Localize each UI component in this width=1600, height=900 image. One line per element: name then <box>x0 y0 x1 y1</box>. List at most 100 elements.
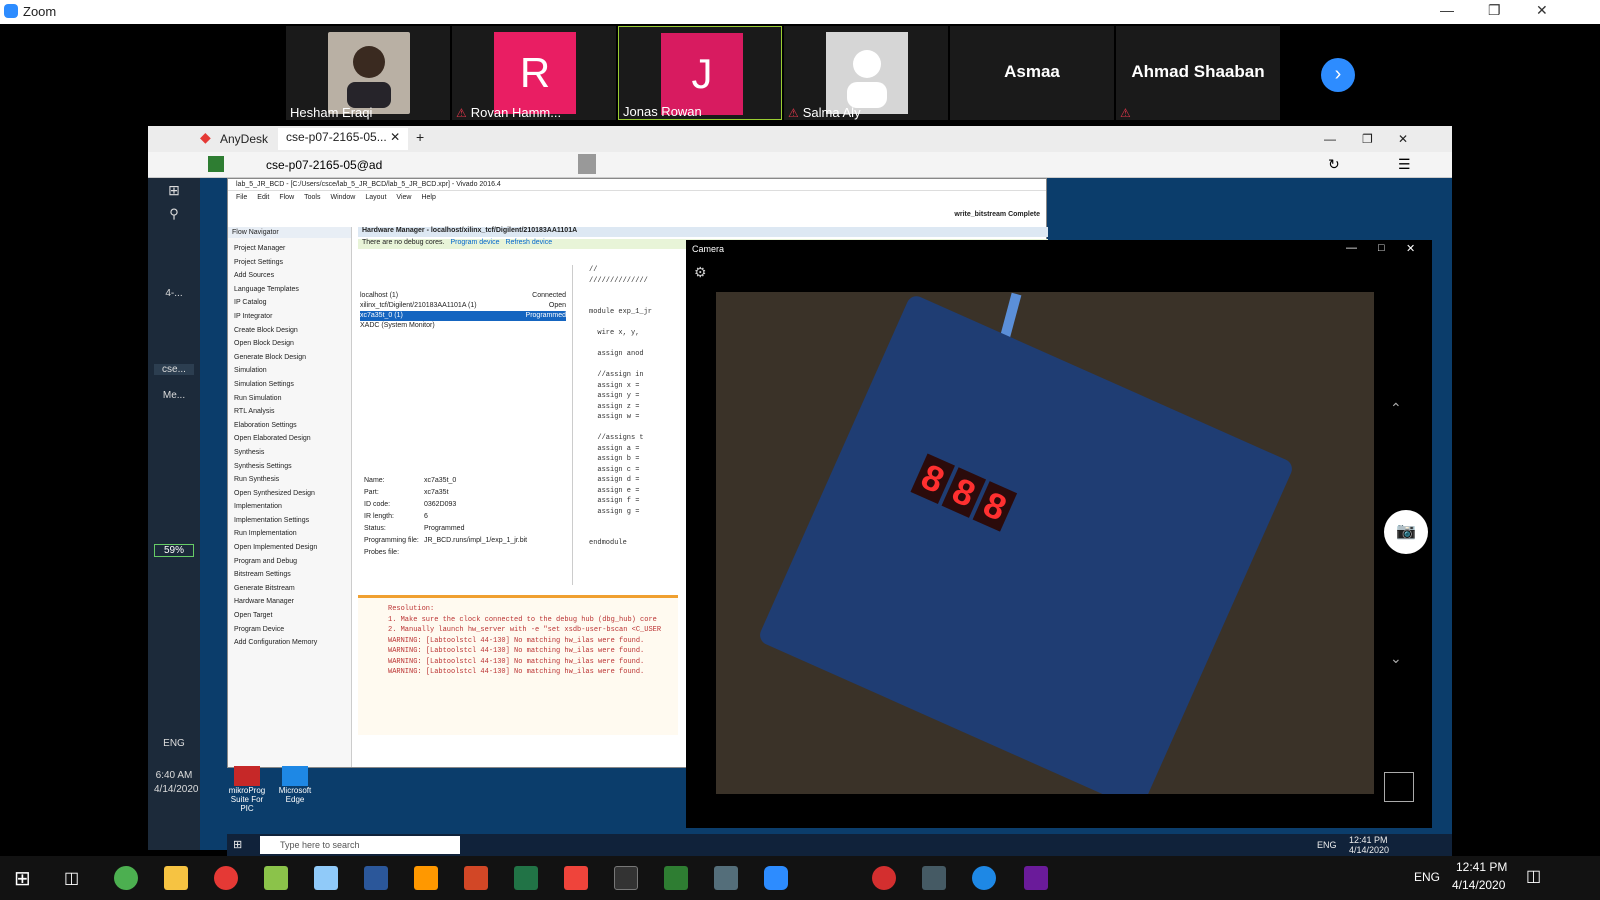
close-icon[interactable]: ✕ <box>1398 132 1408 146</box>
file-explorer-icon[interactable] <box>164 866 188 890</box>
nav-item[interactable]: Bitstream Settings <box>234 568 345 582</box>
menu-item[interactable]: Layout <box>365 194 386 201</box>
menu-item[interactable]: View <box>396 194 411 201</box>
menu-item[interactable]: File <box>236 194 247 201</box>
nav-item[interactable]: Project Manager <box>234 242 345 256</box>
internet-explorer-icon[interactable] <box>972 866 996 890</box>
app-icon[interactable] <box>922 866 946 890</box>
app-icon[interactable] <box>872 866 896 890</box>
nav-item[interactable]: Run Simulation <box>234 392 345 406</box>
start-button[interactable]: ⊞ <box>14 866 31 891</box>
nav-item[interactable]: Language Templates <box>234 283 345 297</box>
session-tab[interactable]: cse-p07-2165-05... ✕ <box>278 128 409 150</box>
desktop-shortcut-mikroprog[interactable]: mikroProg Suite For PIC <box>226 766 268 813</box>
history-icon[interactable]: ↻ <box>1328 156 1340 173</box>
nav-item[interactable]: Add Sources <box>234 269 345 283</box>
participant-tile[interactable]: Asmaa <box>950 26 1114 120</box>
windows-icon[interactable]: ⊞ <box>154 182 194 199</box>
search-icon[interactable]: ⚲ <box>154 206 194 222</box>
new-tab-button[interactable]: + <box>416 129 424 145</box>
participant-tile[interactable]: Ahmad Shaaban ⚠ <box>1116 26 1280 120</box>
search-input[interactable]: Type here to search <box>260 836 460 854</box>
notifications-icon[interactable]: ◫ <box>1526 866 1541 886</box>
nav-item[interactable]: Generate Block Design <box>234 351 345 365</box>
powerpoint-icon[interactable] <box>464 866 488 890</box>
participant-tile[interactable]: R ⚠ Rovan Hamm... <box>452 26 616 120</box>
pycharm-icon[interactable] <box>664 866 688 890</box>
pdf-icon[interactable] <box>414 866 438 890</box>
tex-icon[interactable] <box>1024 866 1048 890</box>
terminal-icon[interactable] <box>614 866 638 890</box>
menu-item[interactable]: Flow <box>279 194 294 201</box>
table-row[interactable]: XADC (System Monitor) <box>360 321 566 331</box>
nav-item[interactable]: Synthesis <box>234 446 345 460</box>
nav-item[interactable]: Implementation <box>234 500 345 514</box>
nav-item[interactable]: Open Target <box>234 609 345 623</box>
code-editor[interactable]: ////////////////module exp_1_jr wire x, … <box>572 265 672 585</box>
table-row[interactable]: localhost (1) Connected <box>360 291 566 301</box>
nav-item[interactable]: Open Block Design <box>234 337 345 351</box>
nav-item[interactable]: IP Integrator <box>234 310 345 324</box>
language-indicator[interactable]: ENG <box>1414 870 1440 884</box>
refresh-device-link[interactable]: Refresh device <box>505 239 552 246</box>
word-icon[interactable] <box>364 866 388 890</box>
take-photo-button[interactable]: 📷 <box>1384 510 1428 554</box>
language-indicator[interactable]: ENG <box>154 738 194 749</box>
close-icon[interactable]: ✕ <box>1536 2 1548 19</box>
windows-start-icon[interactable]: ⊞ <box>233 838 242 851</box>
menu-item[interactable]: Tools <box>304 194 320 201</box>
anydesk-icon[interactable] <box>564 866 588 890</box>
nav-item[interactable]: Generate Bitstream <box>234 582 345 596</box>
minimize-icon[interactable]: — <box>1440 2 1454 18</box>
table-row[interactable]: xilinx_tcf/Digilent/210183AA1101A (1) Ope… <box>360 301 566 311</box>
table-row[interactable]: xc7a35t_0 (1) Programmed <box>360 311 566 321</box>
minimize-icon[interactable]: — <box>1324 132 1336 146</box>
nav-item[interactable]: Program Device <box>234 623 345 637</box>
maximize-icon[interactable]: ❐ <box>1362 132 1373 146</box>
desktop-shortcut-edge[interactable]: Microsoft Edge <box>274 766 316 804</box>
monitor-1-icon[interactable] <box>578 154 596 174</box>
participant-tile[interactable]: Hesham Eraqi <box>286 26 450 120</box>
excel-icon[interactable] <box>514 866 538 890</box>
nav-item[interactable]: Elaboration Settings <box>234 419 345 433</box>
nav-item[interactable]: Synthesis Settings <box>234 460 345 474</box>
nav-item[interactable]: Add Configuration Memory <box>234 636 345 650</box>
menu-item[interactable]: Window <box>330 194 355 201</box>
chrome-icon[interactable] <box>114 866 138 890</box>
program-device-link[interactable]: Program device <box>450 239 499 246</box>
next-page-button[interactable]: › <box>1321 58 1355 92</box>
app-icon[interactable] <box>714 866 738 890</box>
app-icon[interactable] <box>264 866 288 890</box>
nav-item[interactable]: Open Implemented Design <box>234 541 345 555</box>
nav-item[interactable]: Create Block Design <box>234 324 345 338</box>
menu-icon[interactable]: ☰ <box>1398 156 1411 173</box>
nav-item[interactable]: Simulation Settings <box>234 378 345 392</box>
zoom-icon[interactable] <box>764 866 788 890</box>
chevron-down-icon[interactable]: ⌄ <box>1390 650 1402 667</box>
menu-item[interactable]: Edit <box>257 194 269 201</box>
task-item[interactable]: Me... <box>154 390 194 401</box>
app-icon[interactable] <box>314 866 338 890</box>
nav-item[interactable]: Run Synthesis <box>234 473 345 487</box>
participant-tile[interactable]: ⚠ Salma Aly <box>784 26 948 120</box>
nav-item[interactable]: Run Implementation <box>234 527 345 541</box>
nav-item[interactable]: Project Settings <box>234 256 345 270</box>
participant-tile-active[interactable]: J Jonas Rowan <box>618 26 782 120</box>
nav-item[interactable]: Implementation Settings <box>234 514 345 528</box>
opera-icon[interactable] <box>214 866 238 890</box>
task-view-icon[interactable]: ◫ <box>64 868 79 888</box>
nav-item[interactable]: IP Catalog <box>234 296 345 310</box>
task-item[interactable]: 4-... <box>154 288 194 299</box>
chevron-up-icon[interactable]: ⌃ <box>1390 400 1402 417</box>
settings-gear-icon[interactable]: ⚙ <box>694 264 707 281</box>
minimize-icon[interactable]: — <box>1346 242 1357 254</box>
nav-item[interactable]: Program and Debug <box>234 555 345 569</box>
menu-item[interactable]: Help <box>421 194 435 201</box>
nav-item[interactable]: Open Synthesized Design <box>234 487 345 501</box>
restore-icon[interactable]: ❐ <box>1488 2 1501 19</box>
task-item[interactable]: cse... <box>154 364 194 375</box>
maximize-icon[interactable]: □ <box>1378 242 1385 254</box>
last-photo-thumbnail[interactable] <box>1384 772 1414 802</box>
nav-item[interactable]: Simulation <box>234 364 345 378</box>
nav-item[interactable]: Open Elaborated Design <box>234 432 345 446</box>
